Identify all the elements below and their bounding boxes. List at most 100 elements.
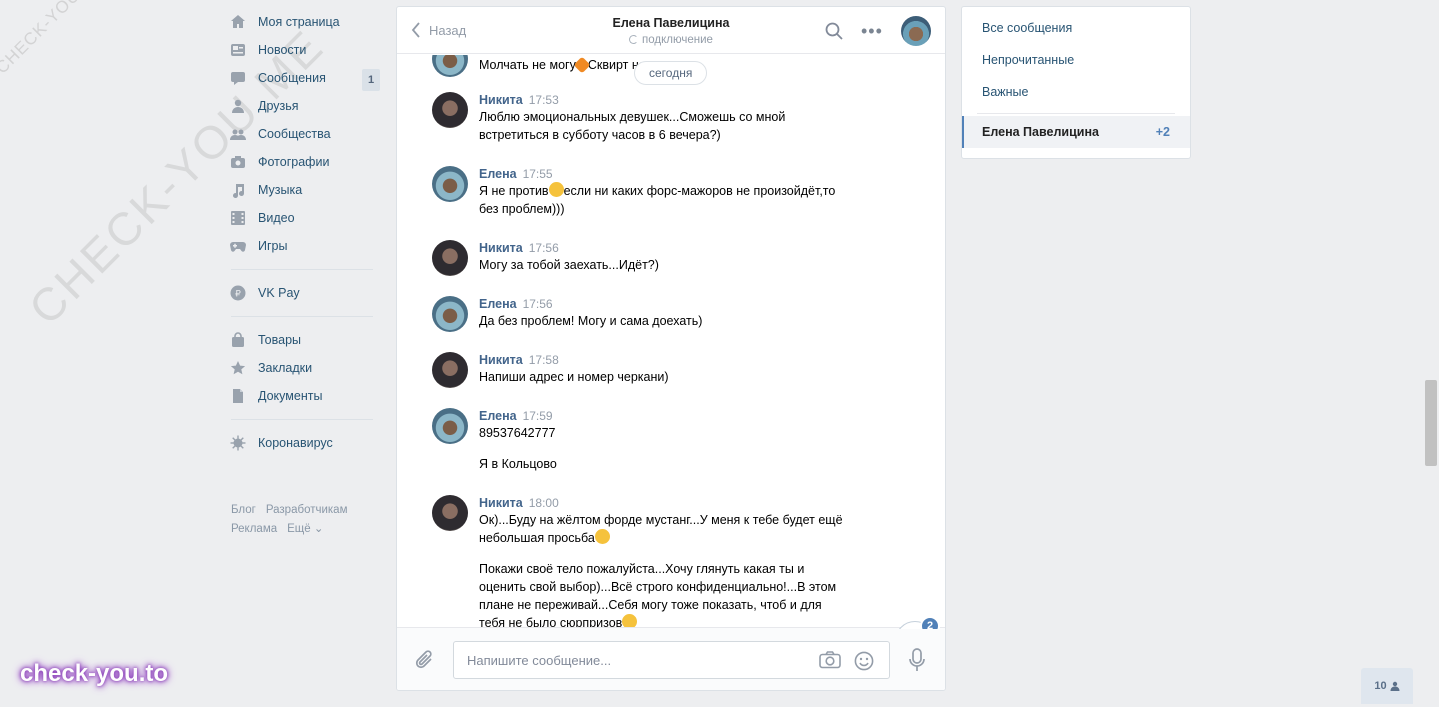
nav-label: Новости	[258, 43, 307, 57]
nav-label: Сообщения	[258, 71, 326, 85]
nav-label: Сообщества	[258, 127, 331, 141]
person-icon	[1390, 681, 1400, 691]
virus-icon	[230, 435, 246, 451]
message-group: Никита 17:53 Люблю эмоциональных девушек.…	[432, 92, 872, 144]
chat-panel: Назад Елена Павелицина подключение ••• М…	[396, 6, 946, 691]
message-author[interactable]: Елена	[479, 297, 517, 311]
nav-label: Документы	[258, 389, 323, 403]
conversation-unread-count: +2	[1155, 125, 1170, 139]
message-author[interactable]: Никита	[479, 93, 523, 107]
left-nav: Моя страница Новости Сообщения 1 Друзья …	[228, 8, 380, 539]
message-author[interactable]: Никита	[479, 353, 523, 367]
message-time[interactable]: 18:00	[529, 496, 559, 510]
date-divider: сегодня	[634, 61, 708, 85]
filter-divider	[977, 113, 1175, 114]
footer-link-ads[interactable]: Реклама	[231, 523, 277, 535]
message-text: 89537642777	[479, 426, 556, 440]
nav-label: Товары	[258, 333, 301, 347]
nav-item-bookmarks[interactable]: Закладки	[228, 354, 380, 382]
voice-message-button[interactable]	[909, 648, 925, 675]
more-dots-icon: •••	[861, 21, 883, 41]
nav-label: Моя страница	[258, 15, 340, 29]
message-time[interactable]: 17:59	[523, 409, 553, 423]
nav-item-communities[interactable]: Сообщества	[228, 120, 380, 148]
message-author[interactable]: Елена	[479, 167, 517, 181]
games-icon	[230, 238, 246, 254]
attach-button[interactable]	[415, 649, 435, 674]
camera-icon[interactable]	[819, 651, 841, 672]
avatar[interactable]	[432, 166, 468, 202]
avatar[interactable]	[432, 408, 468, 444]
nav-item-vkpay[interactable]: ₽ VK Pay	[228, 279, 380, 307]
avatar[interactable]	[432, 55, 468, 77]
message-group: Елена 17:59 89537642777 Я в Кольцово	[432, 408, 872, 473]
vkpay-icon: ₽	[230, 285, 246, 301]
emoji-icon[interactable]	[854, 651, 874, 674]
message-time[interactable]: 17:53	[529, 93, 559, 107]
nav-item-documents[interactable]: Документы	[228, 382, 380, 410]
nav-item-video[interactable]: Видео	[228, 204, 380, 232]
nav-item-messages[interactable]: Сообщения 1	[228, 64, 380, 92]
message-text: Да без проблем! Могу и сама доехать)	[479, 314, 703, 328]
nav-label: VK Pay	[258, 286, 300, 300]
page-scrollbar[interactable]	[1425, 380, 1437, 466]
bag-icon	[230, 332, 246, 348]
peer-avatar[interactable]	[901, 16, 931, 46]
message-group: Никита 17:58 Напиши адрес и номер черкани…	[432, 352, 872, 388]
footer-link-developers[interactable]: Разработчикам	[266, 504, 348, 516]
message-author[interactable]: Елена	[479, 409, 517, 423]
scroll-to-bottom-button[interactable]: 2	[895, 616, 940, 629]
message-time[interactable]: 17:56	[523, 297, 553, 311]
video-icon	[230, 210, 246, 226]
nav-item-friends[interactable]: Друзья	[228, 92, 380, 120]
messages-count-badge: 1	[362, 69, 380, 91]
nav-item-goods[interactable]: Товары	[228, 326, 380, 354]
message-text: Люблю эмоциональных девушек...Сможешь со…	[479, 110, 786, 142]
nav-item-music[interactable]: Музыка	[228, 176, 380, 204]
filter-all-messages[interactable]: Все сообщения	[962, 12, 1190, 44]
nav-item-my-page[interactable]: Моя страница	[228, 8, 380, 36]
nav-item-news[interactable]: Новости	[228, 36, 380, 64]
news-icon	[230, 42, 246, 58]
message-author[interactable]: Никита	[479, 241, 523, 255]
message-group: Никита 18:00 Ок)...Буду на жёлтом форде м…	[432, 495, 872, 629]
avatar[interactable]	[432, 240, 468, 276]
filter-unread[interactable]: Непрочитанные	[962, 44, 1190, 76]
connection-status-text: подключение	[642, 34, 713, 46]
photo-icon	[230, 154, 246, 170]
footer-link-blog[interactable]: Блог	[231, 504, 256, 516]
nav-divider	[231, 419, 373, 420]
loading-spinner-icon	[629, 35, 639, 44]
microphone-icon	[909, 648, 925, 671]
message-group: Никита 17:56 Могу за тобой заехать...Идёт…	[432, 240, 872, 276]
message-text: Напиши адрес и номер черкани)	[479, 370, 669, 384]
message-time[interactable]: 17:56	[529, 241, 559, 255]
message-input[interactable]	[454, 642, 794, 678]
message-time[interactable]: 17:55	[523, 167, 553, 181]
online-count: 10	[1374, 680, 1387, 692]
avatar[interactable]	[432, 495, 468, 531]
more-actions-button[interactable]: •••	[861, 21, 883, 42]
online-friends-button[interactable]: 10	[1361, 668, 1413, 704]
nav-label: Друзья	[258, 99, 299, 113]
message-author[interactable]: Никита	[479, 496, 523, 510]
search-button[interactable]	[825, 22, 843, 43]
conversation-name: Елена Павелицина	[982, 125, 1099, 139]
message-history[interactable]: Молчать не могу Сквирт нол сегодня Никита…	[397, 55, 945, 629]
nav-item-photos[interactable]: Фотографии	[228, 148, 380, 176]
nav-item-coronavirus[interactable]: Коронавирус	[228, 429, 380, 457]
footer-link-more[interactable]: Ещё ⌄	[287, 523, 323, 535]
active-conversation[interactable]: Елена Павелицина +2	[962, 116, 1190, 148]
filter-important[interactable]: Важные	[962, 76, 1190, 108]
star-icon	[230, 360, 246, 376]
svg-text:₽: ₽	[235, 290, 241, 300]
watermark-small: CHECK-YOU.ME	[0, 0, 108, 78]
avatar[interactable]	[432, 352, 468, 388]
message-time[interactable]: 17:58	[529, 353, 559, 367]
nav-item-games[interactable]: Игры	[228, 232, 380, 260]
nav-label: Закладки	[258, 361, 313, 375]
avatar[interactable]	[432, 296, 468, 332]
avatar[interactable]	[432, 92, 468, 128]
nav-label: Музыка	[258, 183, 303, 197]
flushed-emoji-icon	[594, 529, 610, 544]
